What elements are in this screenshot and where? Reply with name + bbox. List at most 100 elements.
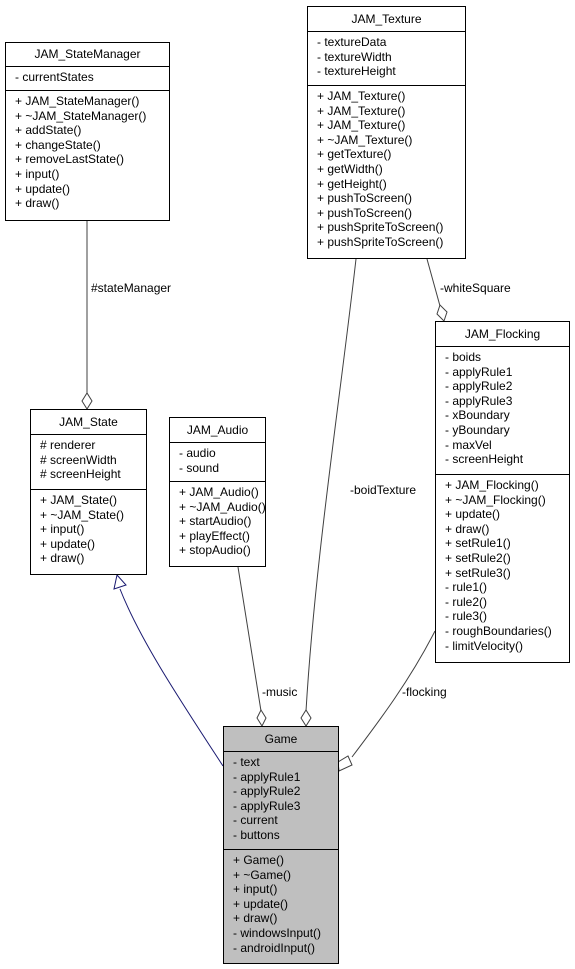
method-item[interactable]: + JAM_Audio() <box>179 485 265 500</box>
attribute-item[interactable]: # screenWidth <box>40 453 146 468</box>
diamond-icon <box>81 392 93 410</box>
attributes-section: - currentStates <box>6 67 169 91</box>
attribute-item[interactable]: - boids <box>445 350 569 365</box>
method-item[interactable]: + JAM_Texture() <box>317 104 465 119</box>
method-item[interactable]: + draw() <box>233 911 338 926</box>
attribute-item[interactable]: - applyRule1 <box>233 770 338 785</box>
method-item[interactable]: + draw() <box>15 196 169 211</box>
method-item[interactable]: + pushToScreen() <box>317 206 465 221</box>
class-jam-flocking[interactable]: JAM_Flocking - boids - applyRule1- applyR… <box>435 321 570 663</box>
attribute-item[interactable]: - textureData <box>317 35 465 50</box>
method-item[interactable]: + ~JAM_State() <box>40 508 146 523</box>
attribute-item[interactable]: # screenHeight <box>40 467 146 482</box>
method-item[interactable]: + getTexture() <box>317 147 465 162</box>
class-game[interactable]: Game - text - applyRule1- applyRule2- app… <box>223 726 339 964</box>
method-item[interactable]: + draw() <box>445 522 569 537</box>
attribute-item[interactable]: - yBoundary <box>445 423 569 438</box>
label-whitesquare: -whiteSquare <box>440 281 511 295</box>
method-item[interactable]: - windowsInput() <box>233 926 338 941</box>
method-item[interactable]: + input() <box>233 882 338 897</box>
methods-section: + JAM_Flocking() + ~JAM_Flocking() + updat… <box>436 475 569 653</box>
attribute-item[interactable]: - applyRule3 <box>445 394 569 409</box>
method-item[interactable]: + Game() <box>233 853 338 868</box>
attribute-item[interactable]: - xBoundary <box>445 408 569 423</box>
method-item[interactable]: + update() <box>40 537 146 552</box>
method-item[interactable]: + removeLastState() <box>15 152 169 167</box>
methods-section: + JAM_StateManager() + ~JAM_StateManager(… <box>6 91 169 211</box>
attribute-item[interactable]: - sound <box>179 461 265 476</box>
methods-section: + JAM_Texture() + JAM_Texture() + JAM_Text… <box>308 86 465 250</box>
label-statemanager: #stateManager <box>91 281 172 295</box>
attribute-item[interactable]: - textureHeight <box>317 64 465 79</box>
method-item[interactable]: + update() <box>445 507 569 522</box>
method-item[interactable]: + ~JAM_Audio() <box>179 500 266 515</box>
class-jam-statemanager[interactable]: JAM_StateManager - currentStates + JAM_S… <box>5 42 170 221</box>
attribute-item[interactable]: - maxVel <box>445 438 569 453</box>
method-item[interactable]: + getWidth() <box>317 162 465 177</box>
edge-inheritance <box>119 588 224 767</box>
method-item[interactable]: + JAM_Texture() <box>317 89 465 104</box>
diamond-icon <box>256 708 267 728</box>
diamond-icon <box>337 755 353 772</box>
attribute-item[interactable]: - audio <box>179 446 265 461</box>
method-item[interactable]: + setRule3() <box>445 566 569 581</box>
attribute-item[interactable]: - text <box>233 755 338 770</box>
attribute-item[interactable]: - buttons <box>233 828 338 843</box>
method-item[interactable]: + input() <box>40 522 146 537</box>
method-item[interactable]: + draw() <box>40 551 146 566</box>
attribute-item[interactable]: - applyRule3 <box>233 799 338 814</box>
attribute-item[interactable]: - currentStates <box>15 70 169 85</box>
method-item[interactable]: + pushSpriteToScreen() <box>317 235 465 250</box>
class-jam-texture[interactable]: JAM_Texture - textureData - textureWidth -… <box>307 6 466 259</box>
attribute-item[interactable]: - applyRule2 <box>233 784 338 799</box>
method-item[interactable]: + setRule2() <box>445 551 569 566</box>
method-item[interactable]: - rule3() <box>445 609 569 624</box>
method-item[interactable]: - limitVelocity() <box>445 639 569 654</box>
attribute-item[interactable]: # renderer <box>40 438 146 453</box>
method-item[interactable]: + JAM_StateManager() <box>15 94 169 109</box>
method-item[interactable]: + ~JAM_Texture() <box>317 133 465 148</box>
class-jam-state[interactable]: JAM_State # renderer # screenWidth # scree… <box>30 409 147 575</box>
method-item[interactable]: + ~JAM_Flocking() <box>445 493 569 508</box>
label-flocking: -flocking <box>402 685 447 699</box>
methods-section: + JAM_State() + ~JAM_State() + input() + up… <box>31 490 146 566</box>
attribute-item[interactable]: - screenHeight <box>445 452 569 467</box>
method-item[interactable]: - roughBoundaries() <box>445 624 569 639</box>
class-name: JAM_StateManager <box>6 43 169 67</box>
method-item[interactable]: + pushSpriteToScreen() <box>317 220 465 235</box>
method-item[interactable]: + input() <box>15 167 169 182</box>
method-item[interactable]: + update() <box>233 897 338 912</box>
method-item[interactable]: + startAudio() <box>179 514 265 529</box>
method-item[interactable]: + changeState() <box>15 138 169 153</box>
method-item[interactable]: + stopAudio() <box>179 543 265 558</box>
attribute-item[interactable]: - textureWidth <box>317 50 465 65</box>
method-item[interactable]: + ~Game() <box>233 868 338 883</box>
attributes-section: - boids - applyRule1- applyRule2- applyRu… <box>436 347 569 475</box>
attributes-section: - text - applyRule1- applyRule2- applyRul… <box>224 752 338 850</box>
attribute-item[interactable]: - applyRule2 <box>445 379 569 394</box>
diamond-icon <box>436 304 448 322</box>
method-item[interactable]: + JAM_Texture() <box>317 118 465 133</box>
class-name: JAM_Texture <box>308 7 465 32</box>
method-item[interactable]: - rule1() <box>445 580 569 595</box>
attribute-item[interactable]: - applyRule1 <box>445 365 569 380</box>
method-item[interactable]: - androidInput() <box>233 941 338 956</box>
attribute-item[interactable]: - current <box>233 813 338 828</box>
edge-whitesquare <box>426 258 441 307</box>
method-item[interactable]: + update() <box>15 182 169 197</box>
inheritance-arrow-icon <box>113 573 127 590</box>
method-item[interactable]: + JAM_Flocking() <box>445 478 569 493</box>
attributes-section: # renderer # screenWidth # screenHeight <box>31 435 146 490</box>
method-item[interactable]: + setRule1() <box>445 536 569 551</box>
attributes-section: - textureData - textureWidth - textureHeig… <box>308 32 465 86</box>
method-item[interactable]: + ~JAM_StateManager() <box>15 109 169 124</box>
method-item[interactable]: + playEffect() <box>179 529 265 544</box>
edge-boidtexture <box>305 258 357 712</box>
method-item[interactable]: + JAM_State() <box>40 493 146 508</box>
method-item[interactable]: + addState() <box>15 123 169 138</box>
method-item[interactable]: + getHeight() <box>317 177 465 192</box>
class-jam-audio[interactable]: JAM_Audio - audio - sound + JAM_Audio() + … <box>169 417 266 567</box>
method-item[interactable]: + pushToScreen() <box>317 191 465 206</box>
method-item[interactable]: - rule2() <box>445 595 569 610</box>
class-name: JAM_Flocking <box>436 322 569 347</box>
